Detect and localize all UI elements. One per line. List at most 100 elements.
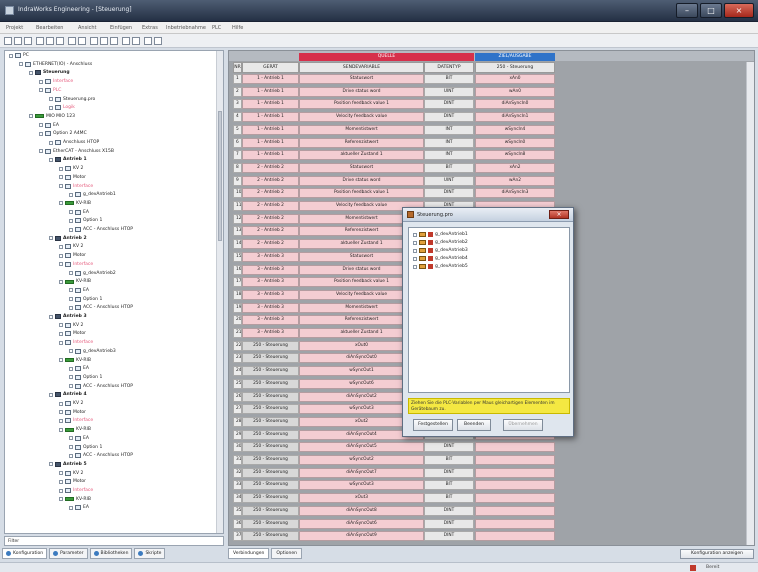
cell-geraet[interactable]: 2 - Antrieb 2 <box>242 188 299 199</box>
cell-geraet[interactable]: 250 - Steuerung <box>242 391 299 402</box>
tree-item[interactable]: ETHERNET(IO) - Anschluss <box>19 61 92 67</box>
tree-item[interactable]: KV 2 <box>59 322 83 328</box>
col-header-target[interactable]: 250 - Steuerung <box>475 62 555 73</box>
menu-item[interactable]: Bearbeiten <box>36 25 63 31</box>
tree-item[interactable]: Interface <box>59 488 93 493</box>
finish-button[interactable]: Beenden <box>457 419 491 431</box>
cell-datentyp[interactable]: BIT <box>424 162 474 173</box>
tab-skripte[interactable]: Skripte <box>134 548 166 559</box>
expand-icon[interactable] <box>69 436 73 441</box>
cell-nr[interactable]: 2 <box>233 86 242 97</box>
cell-target[interactable] <box>475 467 555 478</box>
cell-nr[interactable]: 35 <box>233 505 242 516</box>
cell-geraet[interactable]: 1 - Antrieb 1 <box>242 124 299 135</box>
cell-nr[interactable]: 21 <box>233 328 242 338</box>
cell-target[interactable]: wAn2 <box>475 175 555 186</box>
dialog-titlebar[interactable]: Steuerung.pro × <box>403 208 573 222</box>
cell-datentyp[interactable]: UINT <box>424 175 474 186</box>
maximize-icon[interactable]: □ <box>700 3 722 18</box>
cell-datentyp[interactable]: UINT <box>424 86 474 97</box>
cell-target[interactable]: xAn2 <box>475 162 555 173</box>
cell-nr[interactable]: 33 <box>233 480 242 491</box>
cell-geraet[interactable]: 250 - Steuerung <box>242 442 299 453</box>
menu-item[interactable]: Hilfe <box>232 25 243 31</box>
open-icon[interactable] <box>14 37 22 45</box>
cell-target[interactable] <box>475 505 555 516</box>
cell-target[interactable] <box>475 518 555 529</box>
tab-verbindungen[interactable]: Verbindungen <box>228 548 270 559</box>
expand-icon[interactable] <box>59 184 63 188</box>
tree-item[interactable]: Option 1 <box>69 296 102 302</box>
tree-item[interactable]: KV-RIB <box>59 427 91 432</box>
cell-nr[interactable]: 27 <box>233 404 242 415</box>
close-icon[interactable]: × <box>724 3 754 18</box>
cell-geraet[interactable]: 2 - Antrieb 2 <box>242 213 299 224</box>
cell-geraet[interactable]: 1 - Antrieb 1 <box>242 150 299 161</box>
redo-icon[interactable] <box>78 37 86 45</box>
cell-nr[interactable]: 1 <box>233 74 242 84</box>
cell-nr[interactable]: 26 <box>233 391 242 402</box>
expand-icon[interactable] <box>59 471 63 476</box>
expand-icon[interactable] <box>413 240 417 245</box>
dialog-tree-item[interactable]: g_devAntrieb4 <box>413 256 468 261</box>
cell-nr[interactable]: 24 <box>233 366 242 377</box>
cell-geraet[interactable]: 250 - Steuerung <box>242 518 299 529</box>
cell-nr[interactable]: 12 <box>233 213 242 224</box>
tree-item[interactable]: ACC - Anschluss HTOP <box>69 305 133 311</box>
tree-item[interactable]: EA <box>69 435 89 441</box>
cell-datentyp[interactable]: DINT <box>424 505 474 516</box>
tree-item[interactable]: KV-RIB <box>59 201 91 206</box>
expand-icon[interactable] <box>69 210 73 215</box>
cell-geraet[interactable]: 250 - Steuerung <box>242 480 299 491</box>
cell-geraet[interactable]: 250 - Steuerung <box>242 353 299 364</box>
expand-icon[interactable] <box>59 488 63 493</box>
expand-icon[interactable] <box>39 149 43 154</box>
expand-icon[interactable] <box>69 192 73 197</box>
cell-datentyp[interactable]: BIT <box>424 480 474 491</box>
cell-sendevariable[interactable]: aktueller Zustand 1 <box>299 150 424 161</box>
tree-item[interactable]: EtherCAT - Anschluss X15B <box>39 148 114 154</box>
tree-item[interactable]: EA <box>69 287 89 293</box>
tree-item[interactable]: Motor <box>59 174 86 180</box>
tree-item[interactable]: MIO MIO 123 <box>29 114 75 119</box>
expand-icon[interactable] <box>49 157 53 162</box>
copy-icon[interactable] <box>46 37 54 45</box>
expand-icon[interactable] <box>413 232 417 237</box>
tree-item[interactable]: EA <box>69 209 89 215</box>
close-icon[interactable]: × <box>549 210 569 219</box>
cell-geraet[interactable]: 3 - Antrieb 3 <box>242 277 299 288</box>
cell-target[interactable]: diAnSyncIn1 <box>475 112 555 123</box>
dialog-tree-item[interactable]: g_devAntrieb3 <box>413 248 468 253</box>
tab-bibliotheken[interactable]: Bibliotheken <box>89 548 133 559</box>
tree-item[interactable]: g_devAntrieb3 <box>69 348 116 354</box>
cell-geraet[interactable]: 3 - Antrieb 3 <box>242 264 299 275</box>
expand-icon[interactable] <box>9 53 13 58</box>
tree-item[interactable]: Antrieb 1 <box>49 157 87 163</box>
cell-nr[interactable]: 3 <box>233 99 242 110</box>
tree-item[interactable]: Interface <box>59 183 93 189</box>
expand-icon[interactable] <box>59 279 63 284</box>
cell-sendevariable[interactable]: Statuswort <box>299 162 424 173</box>
cell-geraet[interactable]: 2 - Antrieb 2 <box>242 239 299 250</box>
expand-icon[interactable] <box>29 114 33 119</box>
tree-item[interactable]: Interface <box>39 79 73 85</box>
cell-geraet[interactable]: 1 - Antrieb 1 <box>242 137 299 148</box>
cell-sendevariable[interactable]: Referenzistwert <box>299 137 424 148</box>
tree-item[interactable]: KV 2 <box>59 244 83 250</box>
expand-icon[interactable] <box>69 375 73 380</box>
tree-item[interactable]: Antrieb 4 <box>49 392 87 398</box>
cell-datentyp[interactable]: BIT <box>424 493 474 504</box>
cell-nr[interactable]: 9 <box>233 175 242 186</box>
cell-geraet[interactable]: 1 - Antrieb 1 <box>242 86 299 97</box>
cell-sendevariable[interactable]: diAnSyncOut8 <box>299 505 424 516</box>
apply-button[interactable]: Übernehmen <box>503 419 543 431</box>
expand-icon[interactable] <box>59 175 63 180</box>
cell-target[interactable] <box>475 480 555 491</box>
cell-nr[interactable]: 10 <box>233 188 242 199</box>
cell-sendevariable[interactable]: Position feedback value 1 <box>299 188 424 199</box>
cell-nr[interactable]: 17 <box>233 277 242 288</box>
cell-datentyp[interactable]: DINT <box>424 531 474 542</box>
cell-target[interactable]: xAn0 <box>475 74 555 84</box>
expand-icon[interactable] <box>29 70 33 75</box>
cell-nr[interactable]: 4 <box>233 112 242 123</box>
